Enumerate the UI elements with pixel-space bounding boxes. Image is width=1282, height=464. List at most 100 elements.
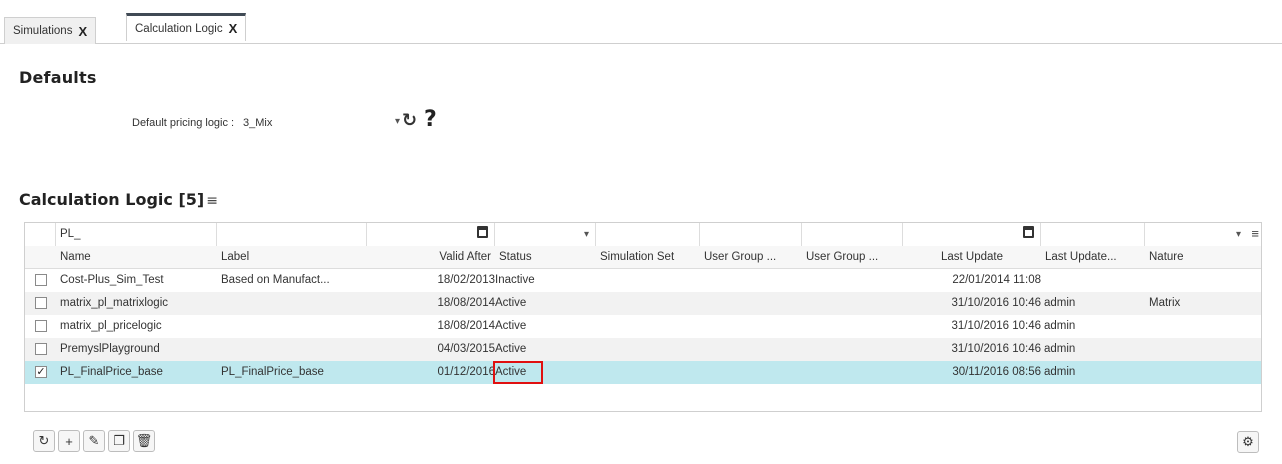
- valid-after-filter[interactable]: [367, 223, 495, 246]
- column-header-user-group-2[interactable]: User Group ...: [802, 246, 903, 269]
- filter-icon[interactable]: ≡: [206, 193, 218, 209]
- cell-valid-after: 01/12/2016: [437, 366, 495, 378]
- add-document-icon: +: [65, 433, 73, 449]
- default-pricing-logic-value: 3_Mix: [243, 117, 273, 129]
- user-group-1-filter-input[interactable]: [700, 223, 802, 246]
- cell-last-update: 31/10/2016 10:46: [951, 297, 1041, 309]
- cell-status: Active: [495, 343, 527, 355]
- chevron-down-icon[interactable]: ▾: [1236, 223, 1241, 246]
- column-header-user-group-1[interactable]: User Group ...: [700, 246, 802, 269]
- filter-cell-checkbox: [25, 223, 56, 246]
- column-header-last-update[interactable]: Last Update: [903, 246, 1041, 269]
- column-header-name[interactable]: Name: [56, 246, 217, 269]
- cell-valid-after: 04/03/2015: [437, 343, 495, 355]
- cell-label: Based on Manufact...: [221, 274, 330, 286]
- simulation-set-filter-input[interactable]: [596, 223, 700, 246]
- cell-label: [217, 315, 367, 338]
- header-row: Name Label Valid After Status Simulation…: [25, 246, 1261, 269]
- delete-button[interactable]: 🗑: [133, 430, 155, 452]
- row-checkbox[interactable]: [35, 274, 47, 286]
- default-pricing-logic-label: Default pricing logic :: [132, 117, 235, 129]
- cell-status: Active: [495, 297, 527, 309]
- calculation-logic-grid: PL_ ▾ ▾ ≡ Name Label Valid After Status …: [24, 222, 1262, 412]
- cell-nature: [1145, 315, 1261, 338]
- cell-last-update: 30/11/2016 08:56: [952, 366, 1041, 378]
- copy-button[interactable]: ❐: [108, 430, 130, 452]
- cell-nature: [1145, 269, 1261, 292]
- default-pricing-logic-select[interactable]: 3_Mix ▾: [240, 112, 400, 134]
- help-icon[interactable]: ?: [424, 107, 437, 132]
- column-header-label[interactable]: Label: [217, 246, 367, 269]
- cell-valid-after: 18/08/2014: [437, 320, 495, 332]
- cell-name: matrix_pl_pricelogic: [60, 320, 162, 332]
- column-header-simulation-set[interactable]: Simulation Set: [596, 246, 700, 269]
- nature-filter[interactable]: ▾: [1145, 223, 1261, 246]
- cell-label: PL_FinalPrice_base: [221, 366, 324, 378]
- cell-name: Cost-Plus_Sim_Test: [60, 274, 164, 286]
- add-button[interactable]: +: [58, 430, 80, 452]
- cell-last-update: 31/10/2016 10:46: [951, 320, 1041, 332]
- cell-last-update-by: admin: [1044, 320, 1076, 332]
- table-row[interactable]: matrix_pl_matrixlogic 18/08/2014 Active …: [25, 292, 1261, 315]
- calculation-logic-title: Calculation Logic [5]: [19, 190, 205, 209]
- cell-last-update-by: [1041, 269, 1145, 292]
- refresh-button[interactable]: ↻: [33, 430, 55, 452]
- column-menu-icon[interactable]: ≡: [1251, 226, 1259, 241]
- column-header-nature[interactable]: Nature: [1145, 246, 1261, 269]
- close-icon[interactable]: X: [229, 21, 238, 36]
- close-icon[interactable]: X: [78, 24, 87, 39]
- row-checkbox[interactable]: [35, 343, 47, 355]
- filter-row: PL_ ▾ ▾ ≡: [25, 223, 1261, 246]
- last-update-by-filter-input[interactable]: [1041, 223, 1145, 246]
- name-filter-input[interactable]: PL_: [56, 223, 217, 246]
- cell-last-update-by: admin: [1044, 343, 1076, 355]
- tab-bar: Simulations X Calculation Logic X: [0, 0, 1282, 44]
- table-row[interactable]: matrix_pl_pricelogic 18/08/2014 Active 3…: [25, 315, 1261, 338]
- row-checkbox-checked[interactable]: ✓: [35, 366, 47, 378]
- cell-name: PL_FinalPrice_base: [60, 366, 163, 378]
- table-row[interactable]: Cost-Plus_Sim_Test Based on Manufact... …: [25, 269, 1261, 292]
- cell-name: matrix_pl_matrixlogic: [60, 297, 169, 309]
- column-header-last-update-by[interactable]: Last Update...: [1041, 246, 1145, 269]
- chevron-down-icon[interactable]: ▾: [584, 223, 589, 246]
- label-filter-input[interactable]: [217, 223, 367, 246]
- cell-nature: [1145, 361, 1261, 384]
- refresh-icon: ↻: [38, 433, 50, 448]
- tab-calculation-logic[interactable]: Calculation Logic X: [126, 13, 247, 41]
- cell-label: [217, 292, 367, 315]
- copy-icon: ❐: [113, 433, 125, 448]
- pencil-icon: ✎: [88, 433, 100, 448]
- row-checkbox[interactable]: [35, 297, 47, 309]
- user-group-2-filter-input[interactable]: [802, 223, 903, 246]
- cell-valid-after: 18/02/2013: [437, 274, 495, 286]
- column-header-valid-after[interactable]: Valid After: [367, 246, 495, 269]
- cell-nature: [1145, 338, 1261, 361]
- tab-label: Calculation Logic: [135, 22, 223, 35]
- refresh-icon[interactable]: ↻: [402, 110, 417, 131]
- column-header-status[interactable]: Status: [495, 246, 596, 269]
- gear-icon: ⚙: [1242, 434, 1254, 449]
- calendar-icon[interactable]: [477, 226, 488, 238]
- calendar-icon[interactable]: [1023, 226, 1034, 238]
- status-filter[interactable]: ▾: [495, 223, 596, 246]
- tab-label: Simulations: [13, 25, 73, 37]
- cell-name: PremyslPlayground: [60, 343, 160, 355]
- cell-status-highlighted: Active: [493, 361, 543, 384]
- chevron-down-icon: ▾: [394, 116, 400, 127]
- cell-valid-after: 18/08/2014: [437, 297, 495, 309]
- cell-nature: Matrix: [1149, 297, 1181, 309]
- last-update-filter[interactable]: [903, 223, 1041, 246]
- trash-icon: 🗑: [135, 433, 153, 448]
- table-row-selected[interactable]: ✓ PL_FinalPrice_base PL_FinalPrice_base …: [25, 361, 1261, 384]
- calculation-logic-heading: Calculation Logic [5] ≡: [19, 190, 218, 209]
- cell-last-update-by: admin: [1044, 366, 1076, 378]
- edit-button[interactable]: ✎: [83, 430, 105, 452]
- defaults-heading: Defaults: [19, 68, 97, 87]
- cell-last-update: 31/10/2016 10:46: [951, 343, 1041, 355]
- table-row[interactable]: PremyslPlayground 04/03/2015 Active 31/1…: [25, 338, 1261, 361]
- cell-last-update-by: admin: [1044, 297, 1076, 309]
- row-checkbox[interactable]: [35, 320, 47, 332]
- cell-last-update: 22/01/2014 11:08: [952, 274, 1041, 286]
- tab-simulations[interactable]: Simulations X: [4, 17, 97, 44]
- settings-button[interactable]: ⚙: [1237, 431, 1259, 453]
